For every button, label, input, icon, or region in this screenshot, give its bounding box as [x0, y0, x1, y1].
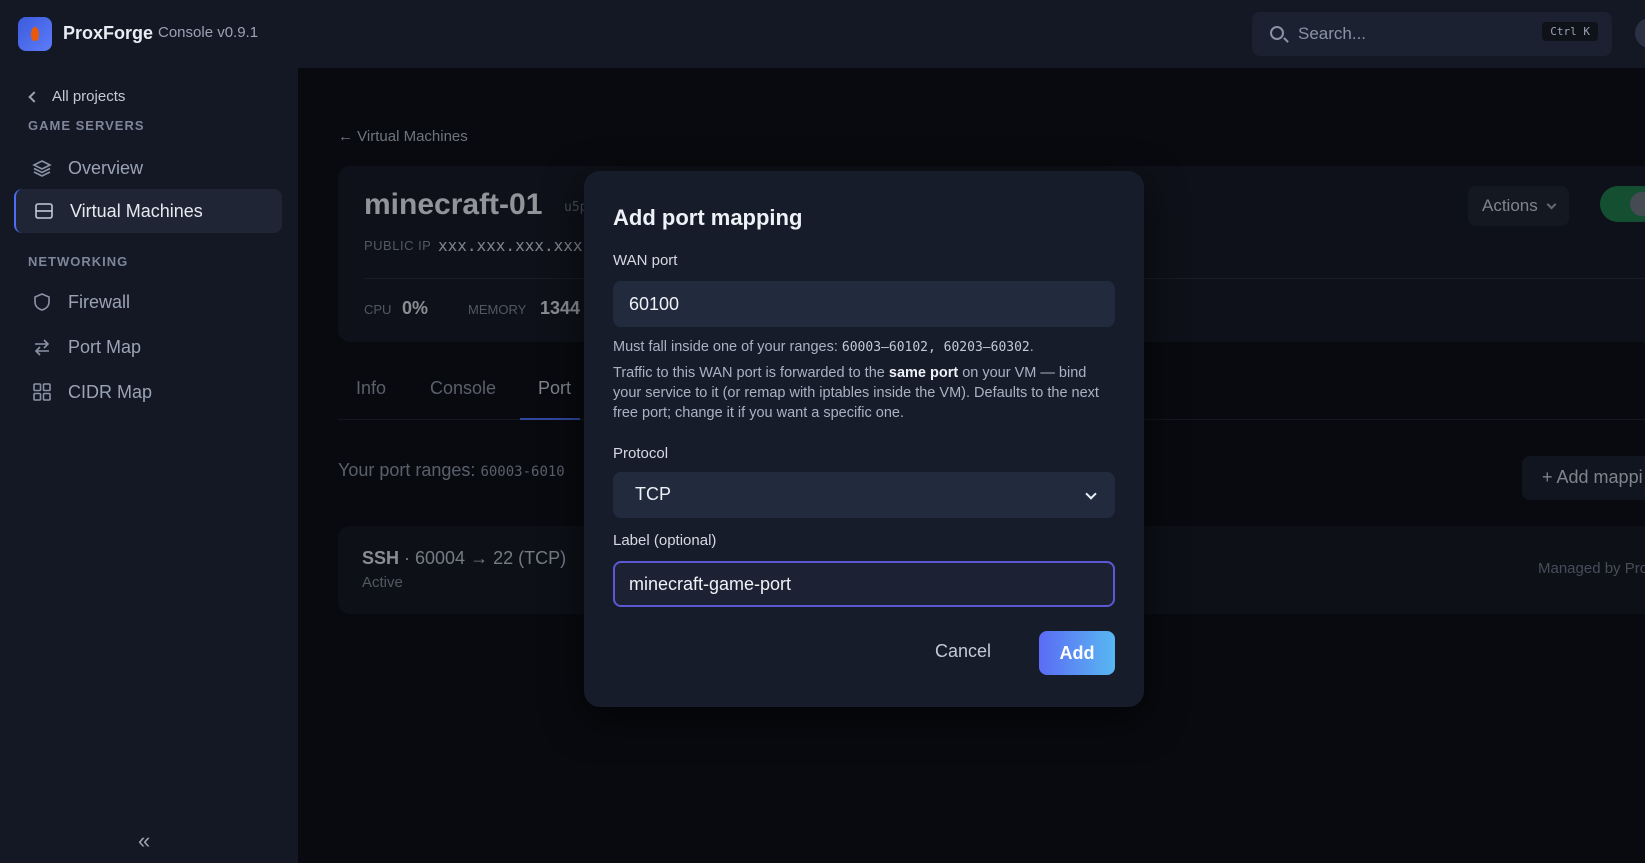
sidebar-item-virtual-machines[interactable]: Virtual Machines [14, 189, 282, 233]
sidebar-item-port-map[interactable]: Port Map [14, 325, 282, 369]
top-bar: ProxForge Console v0.9.1 Search... Ctrl … [0, 0, 1645, 68]
search-icon [1270, 26, 1284, 40]
sidebar-item-label: CIDR Map [68, 381, 153, 402]
search-shortcut: Ctrl K [1542, 22, 1598, 41]
protocol-label: Protocol [613, 445, 669, 462]
all-projects-link[interactable]: All projects [28, 88, 126, 105]
sidebar-item-overview[interactable]: Overview [14, 146, 282, 190]
label-input[interactable] [613, 561, 1115, 607]
shield-icon [34, 293, 50, 311]
sidebar-item-cidr-map[interactable]: CIDR Map [14, 370, 282, 414]
hint-text: . [1029, 339, 1034, 355]
collapse-sidebar-icon[interactable]: « [138, 828, 150, 854]
chevron-down-icon [1085, 488, 1097, 500]
hint-text: Traffic to this WAN port is forwarded to… [613, 365, 889, 381]
hint-ranges: 60003–60102, 60203–60302 [841, 340, 1030, 355]
hint-emphasis: same port [888, 365, 959, 381]
arrows-icon [34, 339, 50, 356]
cancel-button[interactable]: Cancel [935, 631, 991, 675]
add-button[interactable]: Add [1039, 631, 1115, 675]
brand-name: ProxForge [63, 23, 154, 43]
sidebar: All projects GAME SERVERS Overview Virtu… [0, 68, 298, 863]
avatar[interactable] [1635, 18, 1645, 48]
sidebar-item-label: Port Map [68, 336, 142, 357]
sidebar-item-label: Firewall [68, 291, 131, 312]
app-version: Console v0.9.1 [158, 24, 259, 41]
sidebar-item-firewall[interactable]: Firewall [14, 280, 282, 324]
search-box[interactable]: Search... Ctrl K [1252, 12, 1612, 56]
wan-port-label: WAN port [613, 252, 678, 269]
chevron-left-icon [28, 90, 40, 103]
protocol-select[interactable]: TCP [613, 472, 1115, 518]
wan-port-input[interactable] [613, 281, 1115, 327]
sidebar-item-label: Overview [68, 157, 144, 178]
grid-icon [33, 383, 51, 401]
section-label-game-servers: GAME SERVERS [28, 118, 145, 133]
server-icon [35, 203, 53, 219]
label-optional-label: Label (optional) [613, 532, 717, 549]
add-port-mapping-dialog: Add port mapping WAN port Must fall insi… [584, 171, 1144, 707]
wan-port-forward-hint: Traffic to this WAN port is forwarded to… [613, 363, 1118, 423]
sidebar-item-label: Virtual Machines [70, 200, 203, 221]
layers-icon [32, 160, 52, 177]
all-projects-label: All projects [52, 88, 126, 105]
dialog-title: Add port mapping [613, 205, 803, 230]
hint-text: Must fall inside one of your ranges: [613, 339, 842, 355]
protocol-value: TCP [635, 484, 671, 504]
search-placeholder: Search... [1298, 24, 1367, 43]
logo-icon [18, 17, 52, 51]
wan-port-range-hint: Must fall inside one of your ranges: 600… [613, 337, 1118, 358]
section-label-networking: NETWORKING [28, 254, 129, 269]
